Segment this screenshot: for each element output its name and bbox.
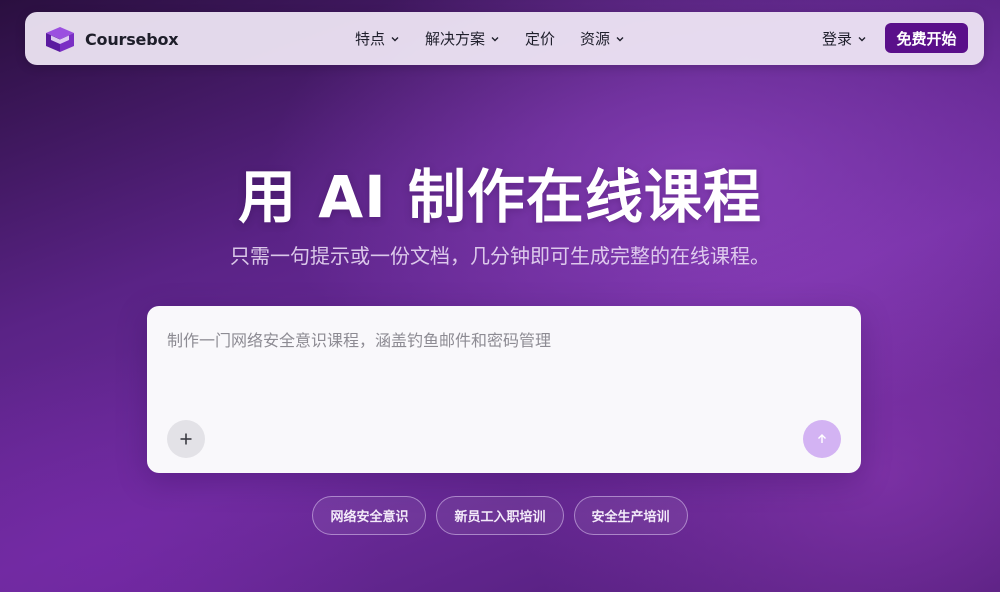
- top-navbar: Coursebox 特点 解决方案 定价 资源 登录 免费开始: [25, 12, 984, 65]
- brand-logo[interactable]: Coursebox: [43, 24, 179, 54]
- login-dropdown[interactable]: 登录: [822, 12, 867, 65]
- brand-name: Coursebox: [85, 29, 179, 49]
- chevron-down-icon: [616, 36, 624, 41]
- nav-item-label: 解决方案: [425, 30, 486, 48]
- send-button[interactable]: [803, 420, 841, 458]
- nav-item-pricing[interactable]: 定价: [525, 28, 555, 49]
- hero-title: 用 AI 制作在线课程: [238, 163, 762, 231]
- add-attachment-button[interactable]: [167, 420, 205, 458]
- chevron-down-icon: [391, 36, 399, 41]
- hero-subtitle: 只需一句提示或一份文档，几分钟即可生成完整的在线课程。: [230, 244, 770, 268]
- arrow-up-icon: [818, 434, 826, 443]
- main-nav: 特点 解决方案 定价 资源: [355, 12, 650, 65]
- chevron-down-icon: [858, 36, 866, 41]
- chevron-down-icon: [491, 36, 499, 41]
- nav-item-solutions[interactable]: 解决方案: [425, 28, 500, 49]
- nav-item-label: 定价: [525, 30, 556, 48]
- nav-item-features[interactable]: 特点: [355, 28, 400, 49]
- suggestion-chips: 网络安全意识 新员工入职培训 安全生产培训: [0, 496, 1000, 535]
- prompt-input[interactable]: 制作一门网络安全意识课程，涵盖钓鱼邮件和密码管理: [147, 306, 861, 473]
- nav-item-resources[interactable]: 资源: [580, 28, 625, 49]
- suggestion-chip[interactable]: 网络安全意识: [312, 496, 427, 535]
- graduation-cap-cube-icon: [46, 27, 74, 52]
- prompt-placeholder: 制作一门网络安全意识课程，涵盖钓鱼邮件和密码管理: [167, 331, 552, 350]
- login-label: 登录: [822, 30, 853, 48]
- plus-icon: [180, 433, 192, 445]
- suggestion-chip[interactable]: 新员工入职培训: [436, 496, 564, 535]
- suggestion-chip[interactable]: 安全生产培训: [573, 496, 688, 535]
- nav-item-label: 资源: [580, 30, 611, 48]
- start-free-button[interactable]: 免费开始: [885, 23, 968, 53]
- nav-item-label: 特点: [355, 30, 386, 48]
